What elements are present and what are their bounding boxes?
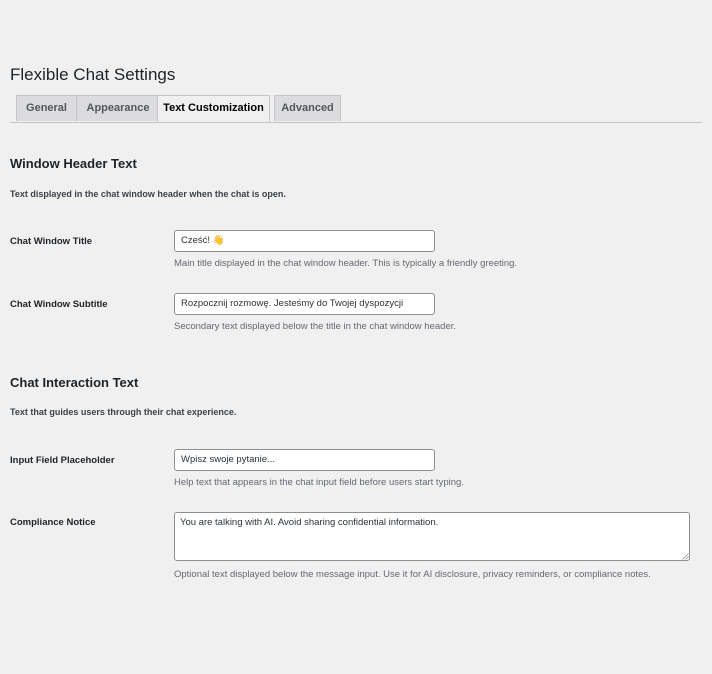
tab-text-customization[interactable]: Text Customization xyxy=(157,95,270,122)
settings-page: Flexible Chat Settings General Appearanc… xyxy=(0,0,712,674)
chat-window-subtitle-input[interactable]: Rozpocznij rozmowę. Jesteśmy do Twojej d… xyxy=(174,293,435,315)
section-title-window-header: Window Header Text xyxy=(10,156,137,171)
section-description-window-header: Text displayed in the chat window header… xyxy=(10,189,286,199)
compliance-notice-textarea[interactable]: You are talking with AI. Avoid sharing c… xyxy=(174,512,690,561)
chat-window-title-label: Chat Window Title xyxy=(10,236,93,247)
chat-window-subtitle-label: Chat Window Subtitle xyxy=(10,299,108,310)
chat-window-title-help: Main title displayed in the chat window … xyxy=(174,258,518,269)
tab-general[interactable]: General xyxy=(16,95,77,121)
resize-handle-icon[interactable] xyxy=(682,553,689,560)
section-description-chat-interaction: Text that guides users through their cha… xyxy=(10,407,237,417)
input-placeholder-help: Help text that appears in the chat input… xyxy=(174,477,464,488)
input-placeholder-input[interactable]: Wpisz swoje pytanie... xyxy=(174,449,435,471)
chat-window-subtitle-help: Secondary text displayed below the title… xyxy=(174,321,457,332)
input-placeholder-label: Input Field Placeholder xyxy=(10,455,115,466)
tab-appearance[interactable]: Appearance xyxy=(76,95,160,121)
section-title-chat-interaction: Chat Interaction Text xyxy=(10,375,139,390)
compliance-notice-help: Optional text displayed below the messag… xyxy=(174,569,651,580)
page-title: Flexible Chat Settings xyxy=(10,65,176,84)
chat-window-title-input[interactable]: Cześć! 👋 xyxy=(174,230,435,252)
compliance-notice-label: Compliance Notice xyxy=(10,517,96,528)
tab-advanced[interactable]: Advanced xyxy=(274,95,341,121)
settings-tabs: General Appearance Text Customization Ad… xyxy=(10,95,702,123)
